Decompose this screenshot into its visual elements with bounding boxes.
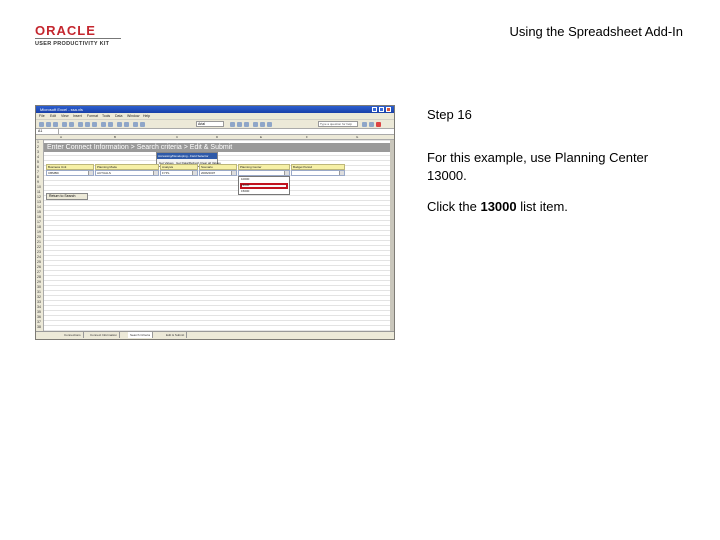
italic-icon[interactable]: [237, 122, 242, 127]
toolbar: Arial Type a question for help: [36, 119, 394, 128]
name-box[interactable]: A1: [38, 129, 59, 134]
field-selector-title: Accessing/Developing - Field Selector: [157, 153, 217, 159]
page-title: Using the Spreadsheet Add-In: [509, 24, 683, 39]
analysis-value: FYPL: [162, 171, 170, 175]
row-numbers: 1 2 3 4 5 6 7 8 9 10 11 12 13 14 15 16 17 18 19 20 21 22 23 24 2…: [36, 140, 44, 331]
scenario-value: 2006/2007: [201, 171, 216, 175]
save-icon[interactable]: [53, 122, 58, 127]
preview-icon[interactable]: [69, 122, 74, 127]
fill-color-icon[interactable]: [369, 122, 374, 127]
help-search-input[interactable]: Type a question for help: [318, 121, 358, 127]
paste-icon[interactable]: [92, 122, 97, 127]
maximize-icon[interactable]: [379, 107, 384, 112]
undo-icon[interactable]: [101, 122, 106, 127]
open-icon[interactable]: [46, 122, 51, 127]
tab-connections[interactable]: Connections: [62, 332, 84, 338]
list-item-13000[interactable]: 13000: [241, 183, 249, 188]
cut-icon[interactable]: [78, 122, 83, 127]
align-left-icon[interactable]: [253, 122, 258, 127]
logo-divider: [35, 38, 121, 39]
return-to-search-button[interactable]: Return to Search: [46, 193, 88, 200]
align-right-icon[interactable]: [267, 122, 272, 127]
spreadsheet-screenshot: Microsoft Excel - ssa.xls File Edit View…: [35, 105, 395, 340]
minimize-icon[interactable]: [372, 107, 377, 112]
planning-center-dropdown: 10000 13000 15000: [238, 176, 290, 195]
click-target: 13000: [480, 199, 517, 214]
oracle-upk-logo: ORACLE USER PRODUCTIVITY KIT: [35, 24, 123, 48]
underline-icon[interactable]: [244, 122, 249, 127]
sort-icon[interactable]: [124, 122, 129, 127]
step-number: Step 16: [427, 107, 472, 122]
new-icon[interactable]: [39, 122, 44, 127]
click-prefix: Click the: [427, 199, 481, 214]
upk-wordmark: USER PRODUCTIVITY KIT: [35, 41, 110, 47]
borders-icon[interactable]: [362, 122, 367, 127]
sheet-tabs: Connections Connect Information Search C…: [36, 331, 394, 339]
print-icon[interactable]: [62, 122, 67, 127]
instruction-text: For this example, use Planning Center 13…: [427, 150, 649, 183]
sum-icon[interactable]: [117, 122, 122, 127]
planning-mode-value: ACTUALS: [97, 171, 111, 175]
redo-icon[interactable]: [108, 122, 113, 127]
font-name-box[interactable]: Arial: [196, 121, 224, 127]
budget-period-field[interactable]: [291, 170, 345, 176]
font-color-icon[interactable]: [376, 122, 381, 127]
planning-mode-field[interactable]: ACTUALS: [95, 170, 159, 176]
chevron-down-icon[interactable]: [153, 171, 158, 175]
breadcrumb-text: Enter Connect Information > Search crite…: [47, 144, 233, 151]
click-instruction: Click the 13000 list item.: [427, 199, 568, 214]
align-center-icon[interactable]: [260, 122, 265, 127]
window-title: Microsoft Excel - ssa.xls: [40, 107, 83, 112]
window-titlebar: Microsoft Excel - ssa.xls: [36, 106, 394, 113]
chart-icon[interactable]: [133, 122, 138, 127]
chevron-down-icon[interactable]: [192, 171, 197, 175]
scenario-field[interactable]: 2006/2007: [199, 170, 237, 176]
workflow-breadcrumb: Enter Connect Information > Search crite…: [44, 143, 390, 152]
bold-icon[interactable]: [230, 122, 235, 127]
analysis-field[interactable]: FYPL: [160, 170, 198, 176]
chevron-down-icon[interactable]: [339, 171, 344, 175]
copy-icon[interactable]: [85, 122, 90, 127]
business-unit-field[interactable]: CBMBD: [46, 170, 94, 176]
tab-edit-submit[interactable]: Edit & Submit: [164, 332, 188, 338]
row-number[interactable]: 38: [37, 325, 41, 330]
business-unit-value: CBMBD: [48, 171, 59, 175]
formula-bar: A1: [36, 128, 394, 135]
chevron-down-icon[interactable]: [284, 171, 289, 175]
tab-connect-information[interactable]: Connect Information: [88, 332, 121, 338]
chevron-down-icon[interactable]: [231, 171, 236, 175]
list-item-15000[interactable]: 15000: [241, 189, 249, 194]
oracle-wordmark: ORACLE: [35, 23, 96, 38]
chevron-down-icon[interactable]: [88, 171, 93, 175]
close-icon[interactable]: [386, 107, 391, 112]
tab-search-criteria[interactable]: Search Criteria: [128, 332, 154, 338]
click-suffix: list item.: [516, 199, 568, 214]
zoom-icon[interactable]: [140, 122, 145, 127]
list-item-10000[interactable]: 10000: [241, 177, 249, 182]
